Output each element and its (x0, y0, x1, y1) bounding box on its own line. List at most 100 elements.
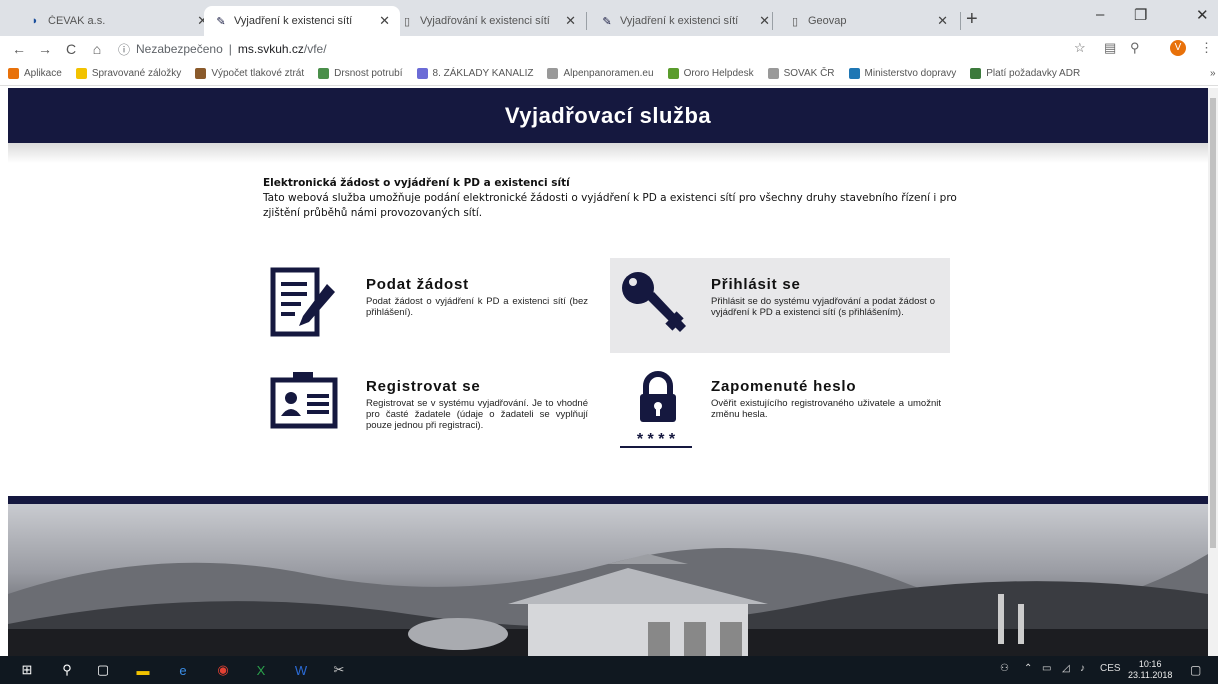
tab-strip: ◗ ČEVAK a.s. ✕ ✎ Vyjadření k existenci s… (0, 0, 1218, 36)
maximize-button[interactable]: ❐ (1134, 6, 1147, 24)
battery-icon[interactable]: ▭ (1042, 663, 1051, 674)
footer-divider (8, 496, 1208, 504)
tile-title: Zapomenuté heslo (711, 378, 857, 395)
tab-separator (586, 12, 587, 30)
clock-date: 23.11.2018 (1128, 670, 1173, 680)
file-explorer-icon[interactable]: ▬ (134, 661, 152, 679)
chrome-icon[interactable]: ◉ (214, 661, 232, 679)
language-indicator[interactable]: CES (1100, 663, 1121, 674)
bookmark-item[interactable]: Drsnost potrubí (318, 68, 403, 79)
forward-button[interactable]: → (38, 41, 52, 57)
intro-text: Tato webová služba umožňuje podání elekt… (263, 192, 957, 219)
bookmarks-bar: Aplikace Spravované záložky Výpočet tlak… (0, 62, 1218, 86)
bookmark-star-icon[interactable]: ☆ (1074, 40, 1086, 56)
page-scrollbar[interactable] (1208, 88, 1218, 656)
tile-title: Podat žádost (366, 276, 469, 293)
profile-avatar[interactable]: V (1170, 40, 1186, 56)
tile-description: Ověřit existujícího registrovaného uživa… (711, 398, 941, 420)
login-tile[interactable]: Přihlásit se Přihlásit se do systému vyj… (610, 258, 950, 353)
home-button[interactable]: ⌂ (90, 41, 104, 57)
helpdesk-icon (667, 68, 679, 79)
waterworks-landscape-image (8, 548, 1208, 656)
task-view-icon[interactable]: ▢ (94, 661, 112, 679)
padlock-password-icon: * * * * (620, 371, 692, 448)
bookmark-item[interactable]: SOVAK ČR (767, 68, 835, 79)
bookmark-item[interactable]: Ororo Helpdesk (667, 68, 754, 79)
address-bar: ← → C ⌂ ⓘ Nezabezpečeno | ms.svkuh.cz/vf… (0, 36, 1218, 62)
bookmark-item[interactable]: Spravované záložky (75, 68, 181, 79)
page-icon (767, 68, 779, 79)
document-edit-favicon: ✎ (602, 15, 612, 28)
tab-title: ČEVAK a.s. (48, 15, 106, 27)
info-icon[interactable]: ⓘ (118, 41, 130, 58)
page-icon (547, 68, 559, 79)
bookmark-item[interactable]: Ministerstvo dopravy (848, 68, 956, 79)
bookmark-item[interactable]: Aplikace (8, 68, 62, 79)
id-card-icon (270, 372, 338, 429)
tile-title: Registrovat se (366, 378, 481, 395)
security-label: Nezabezpečeno (136, 42, 223, 56)
bookmark-item[interactable]: Alpenpanoramen.eu (547, 68, 654, 79)
tab-vyjadrovani[interactable]: ▯ Vyjadřování k existenci sítí ✕ (390, 6, 586, 36)
menu-icon[interactable]: ⋮ (1200, 40, 1213, 56)
password-mask: * * * * (637, 431, 676, 448)
extension-icon[interactable]: ▤ (1104, 40, 1116, 56)
url-field[interactable]: ⓘ Nezabezpečeno | ms.svkuh.cz/vfe/ (118, 39, 327, 59)
tab-separator (960, 12, 961, 30)
clock[interactable]: 10:16 23.11.2018 (1128, 659, 1172, 681)
intro-title: Elektronická žádost o vyjádření k PD a e… (263, 177, 570, 189)
header-shadow (8, 143, 1208, 163)
volume-icon[interactable]: ♪ (1080, 663, 1085, 674)
close-icon[interactable]: ✕ (759, 13, 770, 29)
folder-icon (75, 68, 87, 79)
minimize-button[interactable]: – (1096, 6, 1104, 23)
cevak-favicon: ◗ (31, 15, 39, 27)
tab-title: Vyjadřování k existenci sítí (420, 15, 550, 27)
reload-button[interactable]: C (64, 41, 78, 57)
bookmark-item[interactable]: Platí požadavky ADR (970, 68, 1080, 79)
windows-start-icon[interactable]: ⊞ (18, 661, 36, 679)
show-hidden-icons[interactable]: ⌃ (1024, 663, 1032, 674)
bookmark-item[interactable]: 8. ZÁKLADY KANALIZ (416, 68, 533, 79)
tab-title: Vyjadření k existenci sítí (620, 15, 739, 27)
bookmark-item[interactable]: Výpočet tlakové ztrát (195, 68, 304, 79)
excel-icon[interactable]: X (252, 661, 270, 679)
extension-search-icon[interactable]: ⚲ (1130, 40, 1140, 56)
tile-title: Přihlásit se (711, 276, 801, 293)
edge-icon[interactable]: e (174, 661, 192, 679)
network-icon[interactable]: ◿ (1062, 663, 1070, 674)
tab-title: Vyjadření k existenci sítí (234, 15, 353, 27)
chart-icon (318, 68, 330, 79)
new-tab-button[interactable]: + (966, 8, 978, 31)
form-edit-icon (270, 267, 335, 337)
back-button[interactable]: ← (12, 41, 26, 57)
close-icon[interactable]: ✕ (379, 13, 390, 29)
page-title: Vyjadřovací služba (8, 88, 1208, 143)
scrollbar-thumb[interactable] (1210, 98, 1216, 548)
close-icon[interactable]: ✕ (937, 13, 948, 29)
people-icon[interactable]: ⚇ (1000, 663, 1009, 674)
tab-geovap[interactable]: ▯ Geovap ✕ (778, 6, 958, 36)
key-icon (622, 272, 686, 332)
tile-description: Registrovat se v systému vyjadřování. Je… (366, 398, 588, 431)
word-icon[interactable]: W (292, 661, 310, 679)
close-icon[interactable]: ✕ (565, 13, 576, 29)
calculator-icon (195, 68, 207, 79)
tab-separator (772, 12, 773, 30)
page-content: Vyjadřovací služba Elektronická žádost o… (8, 88, 1208, 656)
search-icon[interactable]: ⚲ (58, 661, 76, 679)
submit-request-tile[interactable]: Podat žádost Podat žádost o vyjádření k … (263, 258, 603, 353)
tile-description: Podat žádost o vyjádření k PD a existenc… (366, 296, 588, 318)
close-window-button[interactable]: ✕ (1196, 6, 1209, 24)
tab-cevak[interactable]: ◗ ČEVAK a.s. ✕ (18, 6, 218, 36)
register-tile[interactable]: Registrovat se Registrovat se v systému … (263, 366, 603, 461)
clock-time: 10:16 (1138, 659, 1162, 669)
forgotten-password-tile[interactable]: * * * * Zapomenuté heslo Ověřit existují… (610, 366, 950, 461)
snipping-icon[interactable]: ✂ (330, 661, 348, 679)
tab-vyjadreni-2[interactable]: ✎ Vyjadření k existenci sítí ✕ (590, 6, 780, 36)
taskbar: ⊞ ⚲ ▢ ▬ e ◉ X W ✂ ⚇ ⌃ ▭ ◿ ♪ CES 10:16 23… (0, 656, 1218, 684)
tab-vyjadreni-active[interactable]: ✎ Vyjadření k existenci sítí ✕ (204, 6, 400, 36)
url-host: ms.svkuh.cz (237, 42, 304, 56)
bookmarks-more-button[interactable]: » (1210, 68, 1216, 79)
notifications-icon[interactable]: ▢ (1190, 663, 1201, 677)
